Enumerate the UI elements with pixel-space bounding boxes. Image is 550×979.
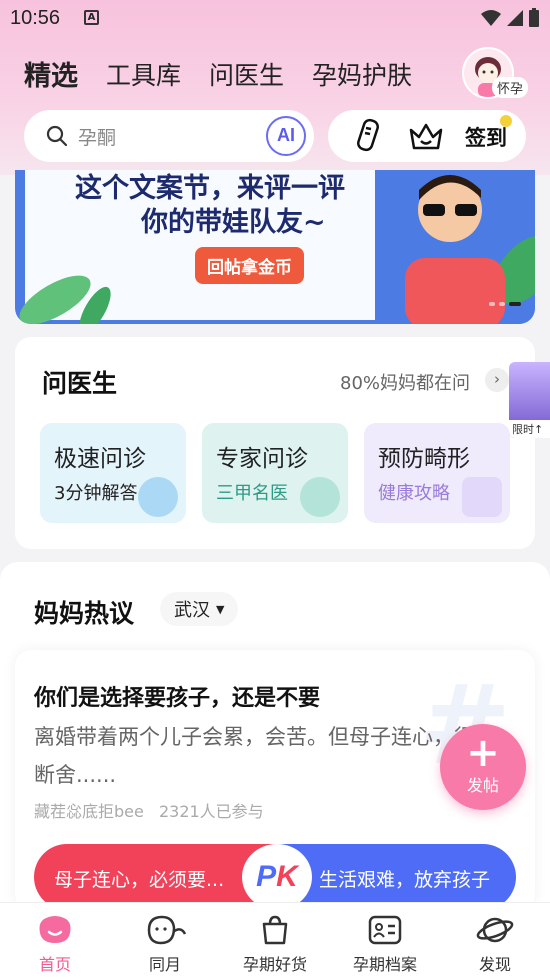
- service-prevent-deformity[interactable]: 预防畸形 健康攻略: [364, 423, 510, 523]
- chevron-right-icon[interactable]: ›: [485, 368, 509, 392]
- post-meta: 藏茬惢底拒bee 2321人已参与: [34, 798, 264, 822]
- nav-records-label: 孕期档案: [352, 955, 417, 974]
- quick-tools: 签到: [328, 110, 526, 162]
- post-title: 你们是选择要孩子，还是不要: [34, 686, 321, 711]
- service-title: 极速问诊: [54, 446, 146, 472]
- hot-discussion-title: 妈妈热议: [34, 599, 135, 628]
- status-time: 10:56: [10, 7, 61, 29]
- pk-vote-bar: 母子连心，必须要... 生活艰难，放弃孩子 PK: [34, 844, 516, 910]
- service-expert-consult[interactable]: 专家问诊 三甲名医: [202, 423, 348, 523]
- post-participants: 2321人已参与: [158, 802, 264, 821]
- shopping-bag-icon: [262, 915, 288, 945]
- doctor-icon: [300, 477, 340, 517]
- city-selector[interactable]: 武汉 ▼: [160, 592, 239, 626]
- ask-doctor-title: 问医生: [42, 369, 118, 398]
- post-author: 藏茬惢底拒bee: [34, 802, 144, 821]
- crown-icon[interactable]: [408, 120, 444, 152]
- nav-home-label: 首页: [38, 955, 71, 974]
- service-title: 专家问诊: [216, 446, 308, 472]
- leaf-decoration-icon: [19, 275, 111, 324]
- ad-label: 限时↑: [509, 420, 550, 438]
- signal-icon: [507, 10, 523, 26]
- notification-icon: A: [84, 10, 99, 25]
- nav-discover[interactable]: 发现: [440, 903, 550, 979]
- search-icon: [46, 125, 68, 147]
- search-input[interactable]: 孕酮 AI: [24, 110, 314, 162]
- create-post-button[interactable]: + 发帖: [440, 724, 526, 810]
- wifi-icon: [481, 10, 501, 26]
- nav-goods[interactable]: 孕期好货: [220, 903, 330, 979]
- plus-icon: +: [466, 730, 500, 776]
- pregnancy-icon: [462, 477, 502, 517]
- search-placeholder: 孕酮: [78, 126, 117, 149]
- tab-ask-doctor[interactable]: 问医生: [209, 56, 284, 92]
- ask-doctor-subtitle[interactable]: 80%妈妈都在问: [340, 369, 470, 395]
- tab-skincare[interactable]: 孕妈护肤: [312, 56, 412, 92]
- baby-face-icon: [147, 915, 187, 945]
- service-quick-consult[interactable]: 极速问诊 3分钟解答: [40, 423, 186, 523]
- floating-ad[interactable]: 限时↑: [509, 362, 550, 438]
- planet-icon: [476, 917, 514, 943]
- status-icons: [480, 8, 540, 28]
- pregnancy-status-badge[interactable]: 怀孕: [492, 77, 529, 98]
- banner-subheadline: 你的带娃队友~: [141, 207, 326, 238]
- dad-with-baby-illustration-icon: [375, 170, 535, 324]
- status-bar: 10:56 A: [0, 0, 550, 38]
- fetal-monitor-icon[interactable]: [354, 118, 384, 154]
- signin-button[interactable]: 签到: [465, 122, 507, 152]
- tab-featured[interactable]: 精选: [24, 54, 78, 93]
- coin-icon: [500, 115, 512, 127]
- nav-records[interactable]: 孕期档案: [330, 903, 440, 979]
- battery-icon: [529, 8, 539, 27]
- caret-down-icon: ▼: [216, 602, 225, 616]
- top-tabs: 精选 工具库 问医生 孕妈护肤: [24, 54, 440, 93]
- lightning-icon: [138, 477, 178, 517]
- bottom-nav: 首页 同月 孕期好货 孕期档案 发现: [0, 902, 550, 979]
- service-title: 预防畸形: [378, 446, 470, 472]
- city-label: 武汉: [174, 600, 210, 621]
- ai-assistant-button[interactable]: AI: [266, 116, 306, 156]
- home-icon: [39, 916, 71, 943]
- pk-option-right[interactable]: 生活艰难，放弃孩子: [279, 844, 516, 910]
- nav-same-month[interactable]: 同月: [110, 903, 220, 979]
- nav-same-month-label: 同月: [148, 955, 181, 974]
- pk-icon: PK: [242, 844, 312, 910]
- create-post-label: 发帖: [466, 776, 499, 795]
- promo-banner[interactable]: 这个文案节，来评一评 你的带娃队友~ 回帖拿金币: [15, 170, 535, 324]
- ask-doctor-card: 问医生 80%妈妈都在问 › 极速问诊 3分钟解答 专家问诊 三甲名医 预防畸形…: [15, 337, 535, 549]
- nav-goods-label: 孕期好货: [242, 955, 307, 974]
- profile-card-icon: [368, 915, 402, 945]
- nav-discover-label: 发现: [478, 955, 511, 974]
- banner-pager: [489, 302, 521, 306]
- banner-reply-button[interactable]: 回帖拿金币: [195, 247, 304, 284]
- tab-toolbox[interactable]: 工具库: [106, 56, 181, 92]
- nav-home[interactable]: 首页: [0, 903, 110, 979]
